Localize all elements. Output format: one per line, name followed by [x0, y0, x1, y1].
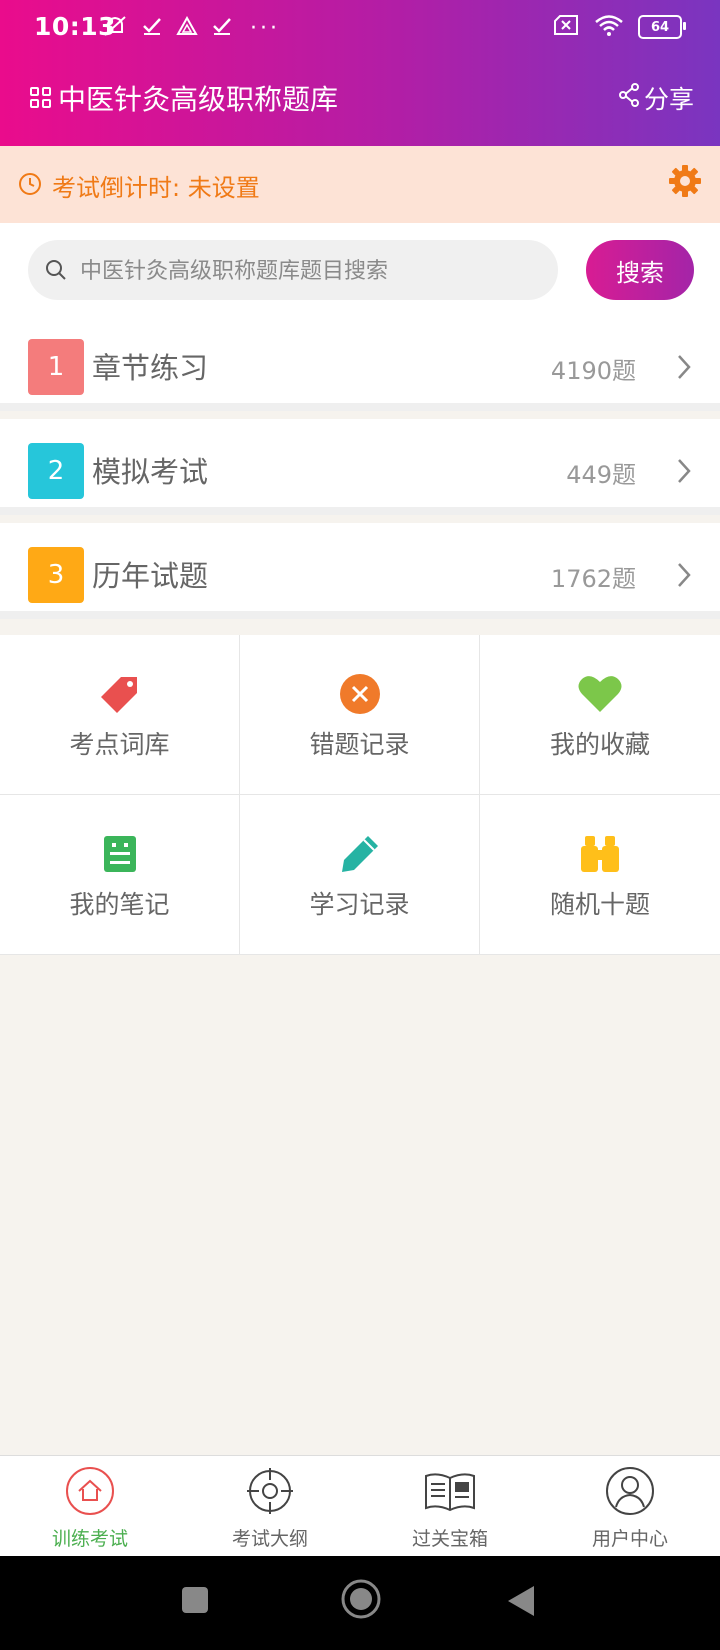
more-notifications-icon: ···: [250, 16, 280, 41]
list-item-mock-exam[interactable]: 2 模拟考试 449题: [0, 419, 720, 515]
chevron-right-icon: [676, 457, 692, 489]
section-list: 1 章节练习 4190题 2 模拟考试 449题 3 历年试题 1762题: [0, 315, 720, 619]
notepad-icon: [102, 833, 138, 875]
search-icon: [44, 258, 68, 286]
chevron-right-icon: [676, 353, 692, 385]
item-count: 1762题: [550, 565, 636, 593]
target-icon: [245, 1466, 295, 1520]
search-area: 搜索: [0, 223, 720, 315]
user-icon: [605, 1466, 655, 1520]
tool-study-history[interactable]: 学习记录: [240, 795, 480, 955]
item-count: 449题: [566, 461, 636, 489]
tab-treasure-box[interactable]: 过关宝箱: [360, 1456, 540, 1557]
gear-icon[interactable]: [668, 164, 702, 204]
search-input[interactable]: [78, 240, 542, 302]
status-bar: 10:13 ··· 64: [0, 0, 720, 56]
list-item-chapter-practice[interactable]: 1 章节练习 4190题: [0, 315, 720, 411]
home-nav-icon[interactable]: [340, 1578, 382, 1624]
tab-exam-outline[interactable]: 考试大纲: [180, 1456, 360, 1557]
battery-icon: 64: [638, 15, 686, 39]
countdown-label: 考试倒计时: 未设置: [52, 174, 260, 202]
back-icon[interactable]: [506, 1584, 536, 1622]
app-title-text: 中医针灸高级职称题库: [58, 83, 339, 116]
item-count: 4190题: [550, 357, 636, 385]
tools-grid: 考点词库 错题记录 我的收藏 我的笔记 学习记录 随机十题: [0, 635, 720, 955]
recent-apps-icon[interactable]: [180, 1584, 210, 1620]
grid-menu-icon[interactable]: [30, 87, 52, 109]
tab-label: 训练考试: [51, 1528, 128, 1550]
wifi-icon: [594, 14, 624, 40]
item-label: 历年试题: [92, 559, 209, 593]
check-icon: [212, 16, 232, 42]
tool-notes[interactable]: 我的笔记: [0, 795, 240, 955]
tool-label: 我的收藏: [549, 730, 650, 759]
tab-label: 用户中心: [591, 1528, 668, 1550]
home-icon: [65, 1466, 115, 1520]
search-box[interactable]: [28, 240, 558, 302]
tool-label: 考点词库: [69, 730, 170, 759]
app-header: 10:13 ··· 64 中医针灸高级职称题库 分享: [0, 0, 720, 146]
page-title: 中医针灸高级职称题库: [30, 78, 338, 118]
tab-user-center[interactable]: 用户中心: [540, 1456, 720, 1557]
share-button[interactable]: 分享: [618, 80, 694, 116]
item-number-badge: 1: [28, 339, 84, 395]
exam-countdown-bar: 考试倒计时: 未设置: [0, 146, 720, 223]
tab-label: 过关宝箱: [411, 1528, 488, 1550]
check-icon: [142, 16, 162, 42]
tool-label: 学习记录: [309, 890, 410, 919]
share-label: 分享: [643, 85, 694, 114]
book-icon: [423, 1466, 477, 1520]
tab-training-exam[interactable]: 训练考试: [0, 1456, 180, 1557]
system-navigation-bar: [0, 1556, 720, 1650]
tag-icon: [99, 673, 141, 715]
item-label: 章节练习: [92, 351, 209, 385]
chevron-right-icon: [676, 561, 692, 593]
tool-label: 随机十题: [549, 890, 650, 919]
sim-off-icon: [552, 14, 580, 40]
search-button[interactable]: 搜索: [586, 240, 694, 300]
status-notification-icons: ···: [102, 14, 280, 44]
item-number-badge: 2: [28, 443, 84, 499]
tool-label: 错题记录: [309, 730, 410, 759]
tool-label: 我的笔记: [69, 890, 170, 919]
tab-label: 考试大纲: [231, 1528, 308, 1550]
list-item-past-papers[interactable]: 3 历年试题 1762题: [0, 523, 720, 619]
status-system-icons: 64: [552, 14, 686, 40]
drive-icon: [176, 15, 198, 42]
tool-keyword-bank[interactable]: 考点词库: [0, 635, 240, 795]
close-circle-icon: [339, 673, 381, 715]
bottom-tab-bar: 训练考试 考试大纲 过关宝箱 用户中心: [0, 1455, 720, 1557]
pencil-icon: [340, 833, 380, 875]
tool-favorites[interactable]: 我的收藏: [480, 635, 720, 795]
item-number-badge: 3: [28, 547, 84, 603]
item-label: 模拟考试: [92, 455, 209, 489]
mute-icon: [102, 14, 128, 44]
binoculars-icon: [579, 833, 621, 875]
tool-wrong-answers[interactable]: 错题记录: [240, 635, 480, 795]
tool-random-ten[interactable]: 随机十题: [480, 795, 720, 955]
clock-icon: [18, 172, 42, 202]
share-icon: [618, 83, 640, 113]
heart-icon: [577, 673, 623, 715]
